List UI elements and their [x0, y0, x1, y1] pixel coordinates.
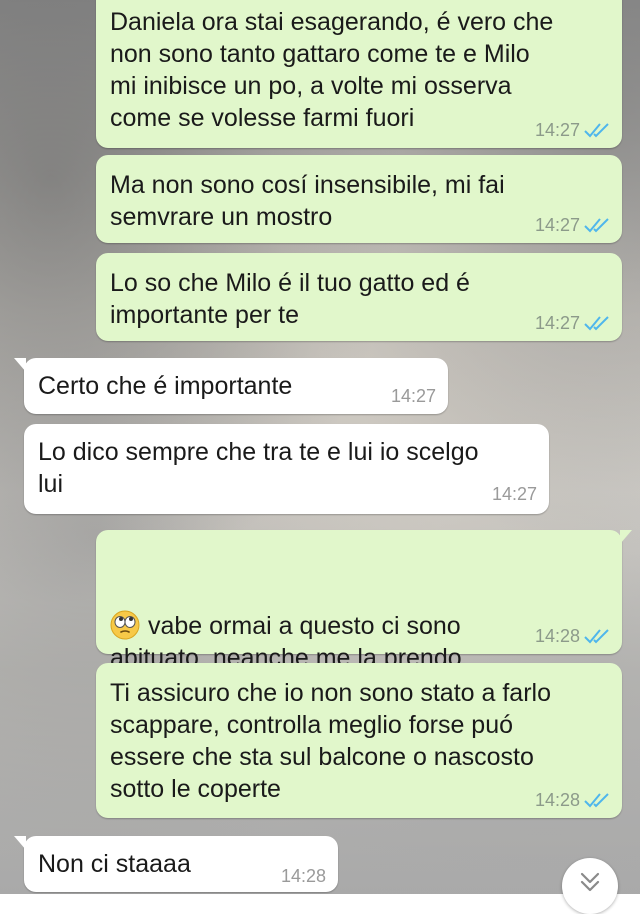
- message-text: Lo so che Milo é il tuo gatto ed é impor…: [110, 269, 470, 329]
- message-time: 14:28: [280, 866, 326, 886]
- message-meta: 14:28: [535, 790, 610, 810]
- message-text: Daniela ora stai esagerando, é vero che …: [110, 8, 554, 132]
- message-time: 14:27: [534, 313, 580, 333]
- message-meta: 14:28: [535, 626, 610, 646]
- face-with-rolling-eyes-emoji: [110, 578, 140, 640]
- message-meta: 14:27: [535, 120, 610, 140]
- double-check-read-icon: [584, 122, 610, 138]
- message-bubble-outgoing[interactable]: Lo so che Milo é il tuo gatto ed é impor…: [96, 253, 622, 341]
- message-text: Ma non sono cosí insensibile, mi fai sem…: [110, 171, 505, 231]
- message-bubble-outgoing[interactable]: Ti assicuro che io non sono stato a farl…: [96, 663, 622, 818]
- message-text: Certo che é importante: [38, 372, 293, 400]
- message-bubble-outgoing[interactable]: Ma non sono cosí insensibile, mi fai sem…: [96, 155, 622, 243]
- message-text: Lo dico sempre che tra te e lui io scelg…: [38, 438, 479, 498]
- message-meta: 14:27: [391, 386, 436, 406]
- message-text: Ti assicuro che io non sono stato a farl…: [110, 679, 551, 803]
- message-meta: 14:27: [492, 484, 537, 504]
- message-bubble-incoming[interactable]: Lo dico sempre che tra te e lui io scelg…: [24, 424, 549, 514]
- message-time: 14:27: [491, 484, 537, 504]
- scroll-to-bottom-button[interactable]: [562, 858, 618, 914]
- message-bubble-outgoing[interactable]: vabe ormai a questo ci sono abituato, ne…: [96, 530, 632, 672]
- message-meta: 14:28: [281, 866, 326, 886]
- message-text-wrapper: vabe ormai a questo ci sono abituato, ne…: [110, 546, 608, 674]
- double-check-read-icon: [584, 217, 610, 233]
- message-time: 14:27: [534, 215, 580, 235]
- message-bubble-incoming[interactable]: Non ci staaaa 14:28: [14, 836, 338, 892]
- double-check-read-icon: [584, 628, 610, 644]
- message-time: 14:28: [534, 790, 580, 810]
- message-bubble-incoming[interactable]: Certo che é importante 14:27: [14, 358, 448, 414]
- message-time: 14:27: [390, 386, 436, 406]
- message-time: 14:27: [534, 120, 580, 140]
- chevron-double-down-icon: [577, 858, 603, 899]
- message-meta: 14:27: [535, 215, 610, 235]
- message-time: 14:28: [534, 626, 580, 646]
- double-check-read-icon: [584, 315, 610, 331]
- message-meta: 14:27: [535, 313, 610, 333]
- message-bubble-outgoing[interactable]: Daniela ora stai esagerando, é vero che …: [96, 0, 622, 148]
- double-check-read-icon: [584, 792, 610, 808]
